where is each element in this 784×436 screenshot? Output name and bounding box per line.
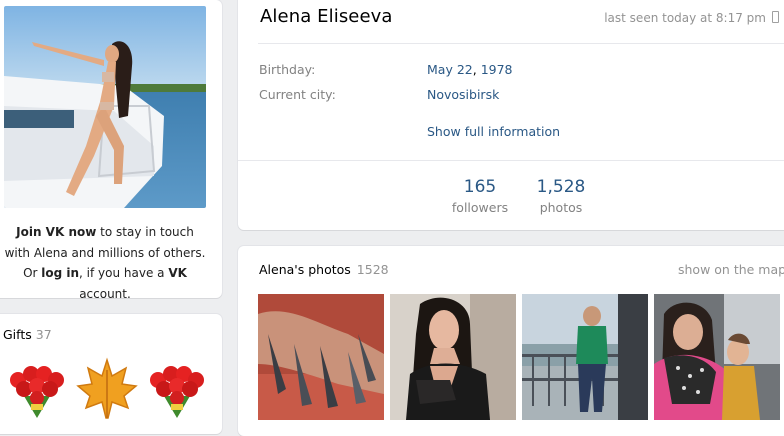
vk-brand-text: VK — [168, 266, 187, 280]
birthday-separator: , — [472, 62, 477, 77]
city-link[interactable]: Novosibirsk — [427, 87, 499, 102]
photo-thumbnail[interactable] — [654, 294, 780, 420]
birthday-day-link[interactable]: May 22 — [427, 62, 473, 77]
join-text-part2: , if you have a — [79, 266, 169, 280]
last-seen-status: last seen today at 8:17 pm — [604, 11, 766, 25]
gifts-count: 37 — [35, 327, 52, 342]
stats-divider — [238, 160, 784, 161]
photo-thumbnail[interactable] — [390, 294, 516, 420]
join-vk-prompt: Join VK now to stay in touch with Alena … — [4, 222, 206, 304]
photos-count: 1,528 — [536, 177, 586, 197]
rose-bouquet-icon[interactable] — [4, 356, 70, 422]
show-on-map-link[interactable]: show on the map — [678, 262, 784, 277]
photos-total-count: 1528 — [356, 262, 389, 277]
photos-header[interactable]: Alena's photos 1528 — [259, 262, 389, 277]
photos-caption: photos — [539, 200, 583, 215]
birthday-value: May 22, 1978 — [427, 62, 513, 77]
birthday-year-link[interactable]: 1978 — [481, 62, 513, 77]
photos-counter[interactable]: 1,528 photos — [529, 177, 593, 215]
profile-info-card: Alena Eliseeva last seen today at 8:17 p… — [238, 0, 784, 230]
header-divider — [258, 43, 784, 44]
gifts-card: Gifts 37 — [0, 314, 222, 434]
followers-counter[interactable]: 165 followers — [450, 177, 510, 215]
mobile-phone-icon — [772, 11, 779, 23]
join-text-or: Or — [23, 266, 42, 280]
gifts-header[interactable]: Gifts 37 — [3, 327, 52, 342]
rose-bouquet-icon[interactable] — [144, 356, 210, 422]
join-vk-link[interactable]: Join VK now — [16, 225, 96, 239]
photos-card: Alena's photos 1528 show on the map — [238, 246, 784, 436]
birthday-label: Birthday: — [259, 62, 316, 77]
city-label: Current city: — [259, 87, 336, 102]
show-full-information-link[interactable]: Show full information — [427, 124, 560, 139]
profile-name: Alena Eliseeva — [260, 6, 393, 27]
maple-leaf-icon[interactable] — [74, 356, 140, 422]
photo-thumbnail[interactable] — [522, 294, 648, 420]
join-text-part3: account. — [79, 286, 131, 301]
followers-count: 165 — [463, 177, 497, 197]
photos-title: Alena's photos — [259, 262, 351, 277]
followers-caption: followers — [451, 200, 509, 215]
profile-sidebar-card: Join VK now to stay in touch with Alena … — [0, 0, 222, 301]
gifts-title: Gifts — [3, 327, 32, 342]
login-link[interactable]: log in — [41, 266, 79, 280]
photo-thumbnail[interactable] — [258, 294, 384, 420]
profile-avatar-photo[interactable] — [4, 6, 206, 208]
